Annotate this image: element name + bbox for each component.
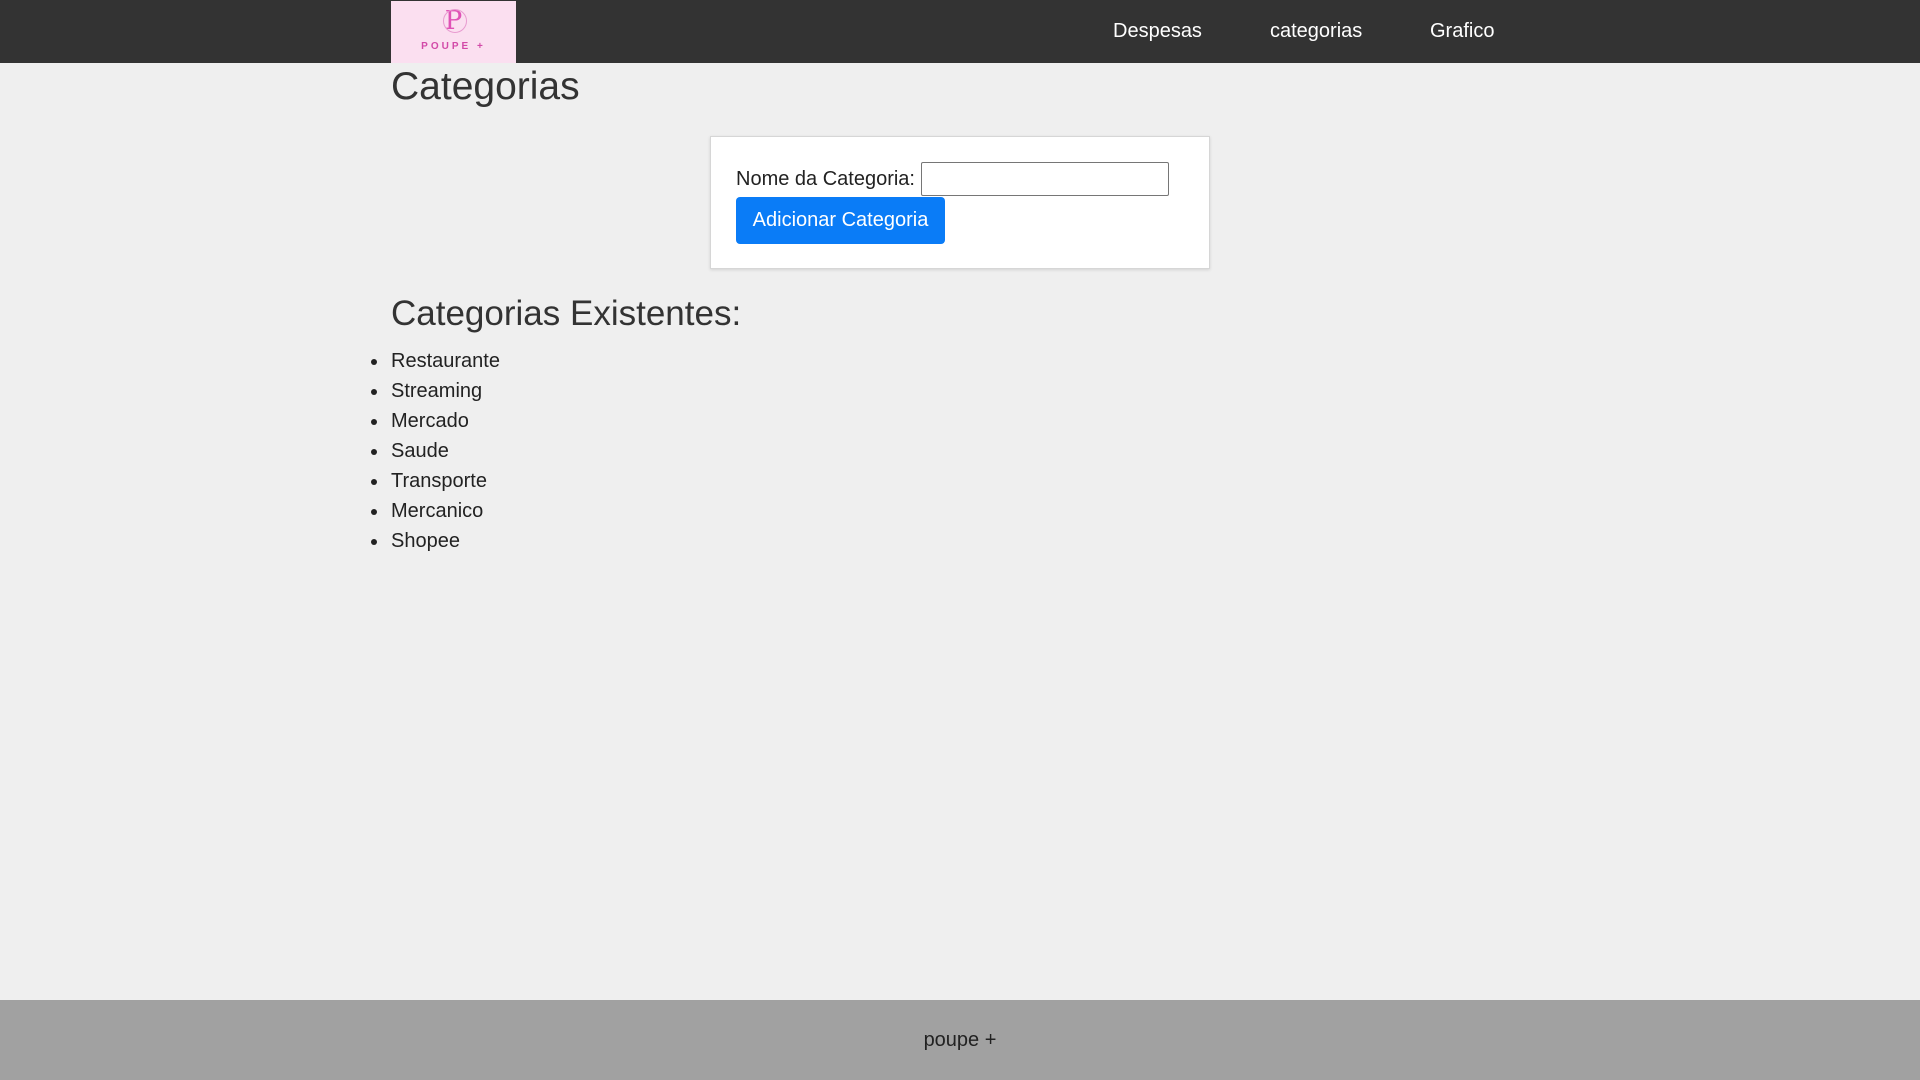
add-category-form: Nome da Categoria: Adicionar Categoria bbox=[710, 136, 1210, 269]
category-list-item: Streaming bbox=[371, 376, 500, 406]
category-list-item: Mercado bbox=[371, 406, 500, 436]
existing-categories-heading: Categorias Existentes: bbox=[391, 294, 742, 333]
category-name-label: Nome da Categoria: bbox=[736, 168, 915, 190]
logo-text: POUPE + bbox=[421, 41, 486, 52]
category-list-item: Shopee bbox=[371, 526, 500, 556]
category-list-item: Restaurante bbox=[371, 346, 500, 376]
top-navbar: P POUPE + Despesas categorias Grafico bbox=[0, 0, 1920, 63]
nav-link-categorias[interactable]: categorias bbox=[1270, 0, 1362, 63]
nav-link-despesas[interactable]: Despesas bbox=[1113, 0, 1202, 63]
logo[interactable]: P POUPE + bbox=[391, 1, 516, 63]
logo-mark: P bbox=[391, 7, 516, 35]
category-list-item: Transporte bbox=[371, 466, 500, 496]
footer-text: poupe + bbox=[923, 1029, 997, 1051]
category-name-input[interactable] bbox=[921, 162, 1169, 196]
footer: poupe + bbox=[0, 1000, 1920, 1080]
nav-link-grafico[interactable]: Grafico bbox=[1430, 0, 1494, 63]
category-list: Restaurante Streaming Mercado Saude Tran… bbox=[371, 346, 500, 556]
add-category-button[interactable]: Adicionar Categoria bbox=[736, 197, 945, 244]
page-title: Categorias bbox=[391, 65, 580, 108]
category-list-item: Mercanico bbox=[371, 496, 500, 526]
category-list-item: Saude bbox=[371, 436, 500, 466]
